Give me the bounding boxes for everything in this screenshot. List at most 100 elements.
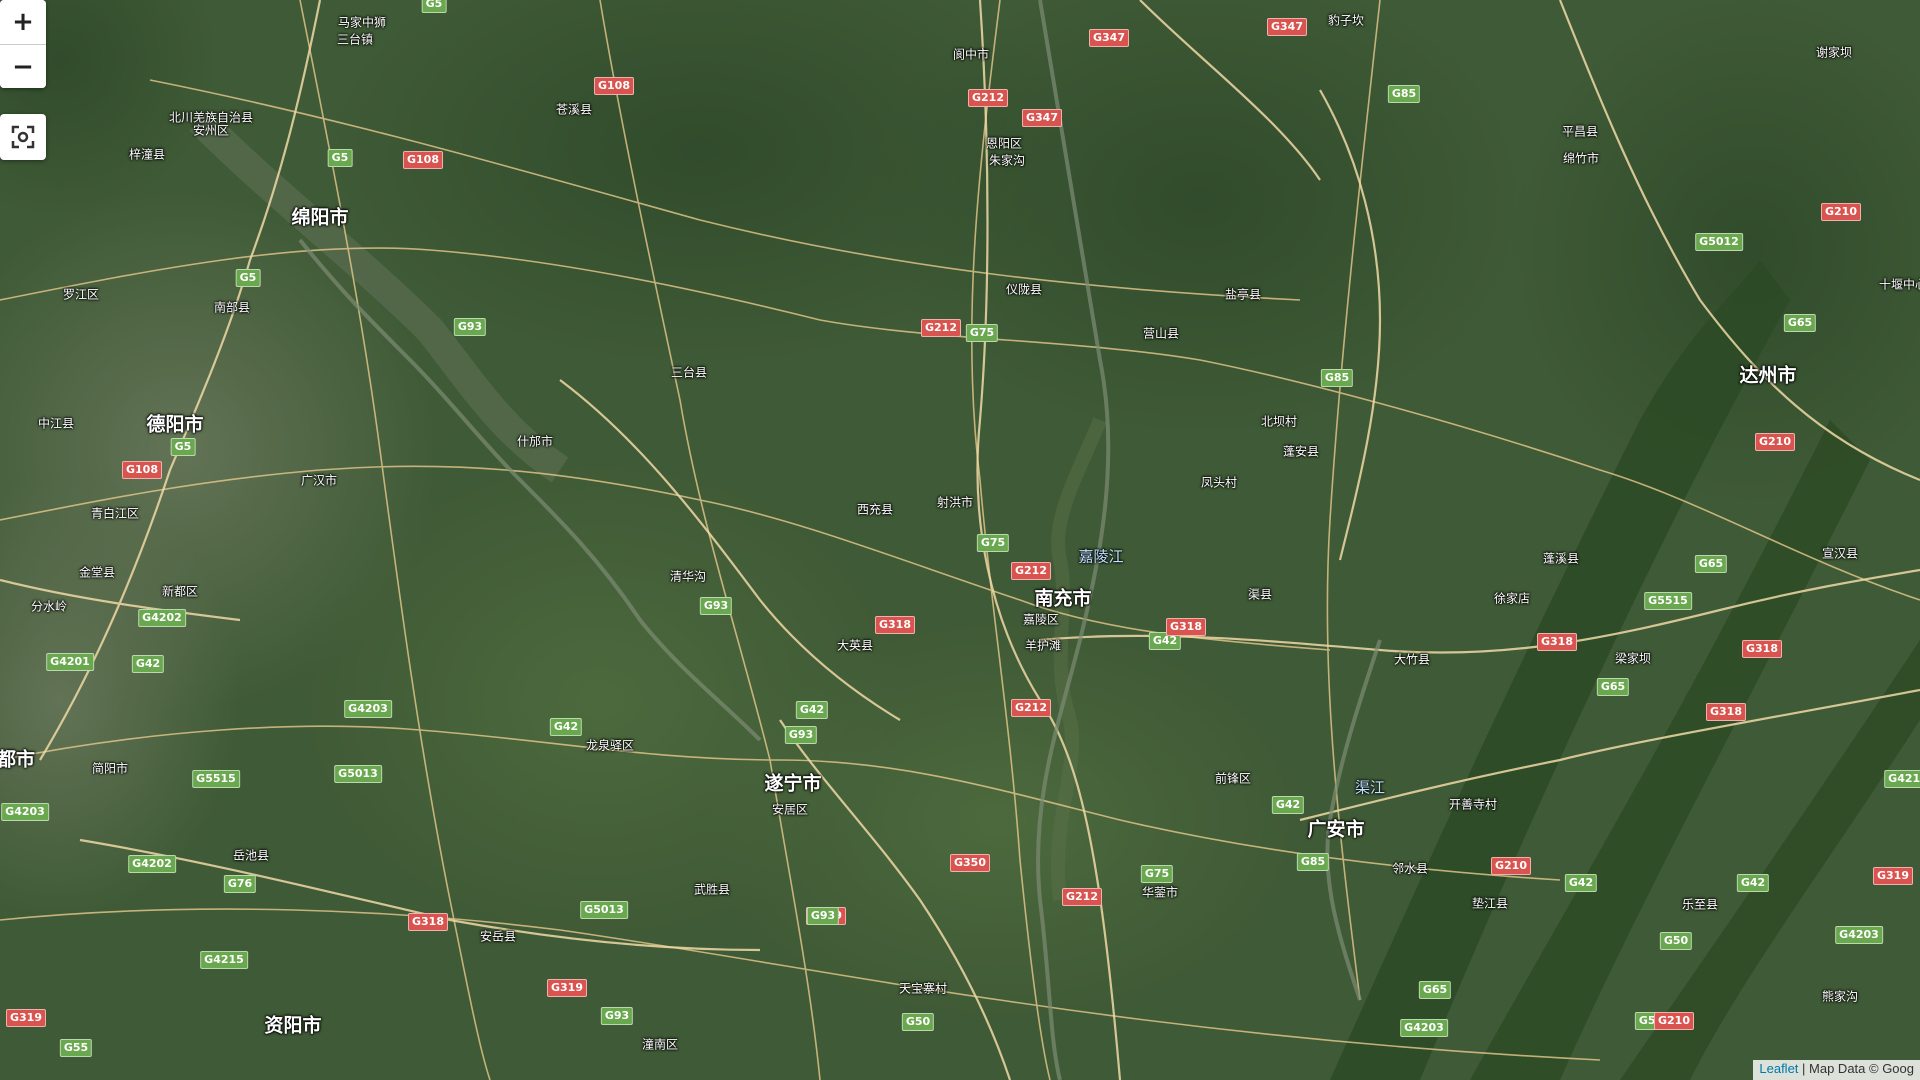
highway-shield: G210 (1755, 433, 1795, 451)
highway-shield: G5 (235, 269, 261, 287)
town-label: 凤头村 (1200, 475, 1238, 490)
highway-shield: G347 (1089, 29, 1129, 47)
town-label: 南部县 (213, 300, 251, 315)
highway-shield: G85 (1387, 85, 1421, 103)
town-label: 熊家沟 (1821, 989, 1859, 1004)
town-label: 盐亭县 (1224, 287, 1262, 302)
fullscreen-focus-button[interactable] (0, 114, 46, 160)
highway-shield: G42 (131, 655, 165, 673)
town-label: 邻水县 (1391, 861, 1429, 876)
highway-shield: G42 (1271, 796, 1305, 814)
town-label: 徐家店 (1493, 591, 1531, 606)
city-label: 资阳市 (264, 1014, 322, 1037)
highway-shield: G42 (795, 701, 829, 719)
highway-shield: G76 (223, 875, 257, 893)
terrain-layer (0, 0, 1920, 1080)
highway-shield: G318 (1706, 703, 1746, 721)
highway-shield: G4215 (200, 951, 248, 969)
town-label: 马家中狮 (337, 15, 387, 30)
river-label: 嘉陵江 (1078, 547, 1124, 566)
highway-shield: G93 (806, 907, 840, 925)
highway-shield: G4203 (1, 803, 49, 821)
town-label: 什邡市 (516, 434, 554, 449)
town-label: 简阳市 (91, 761, 129, 776)
highway-shield: G4203 (1835, 926, 1883, 944)
city-label: 遂宁市 (764, 772, 822, 795)
town-label: 金堂县 (78, 565, 116, 580)
highway-shield: G212 (1011, 699, 1051, 717)
highway-shield: G75 (965, 324, 999, 342)
town-label: 西充县 (856, 502, 894, 517)
highway-shield: G65 (1418, 981, 1452, 999)
town-label: 北坝村 (1260, 414, 1298, 429)
town-label: 三台镇 (336, 32, 374, 47)
town-label: 青白江区 (90, 506, 140, 521)
town-label: 武胜县 (693, 882, 731, 897)
highway-shield: G319 (1873, 867, 1913, 885)
highway-shield: G5 (170, 438, 196, 456)
town-label: 射洪市 (936, 495, 974, 510)
town-label: 绵竹市 (1562, 151, 1600, 166)
town-label: 梓潼县 (128, 147, 166, 162)
city-label: 达州市 (1739, 364, 1797, 387)
highway-shield: G4202 (138, 609, 186, 627)
highway-shield: G5013 (334, 765, 382, 783)
highway-shield: G347 (1022, 109, 1062, 127)
highway-shield: G93 (600, 1007, 634, 1025)
highway-shield: G85 (1296, 853, 1330, 871)
highway-shield: G85 (1320, 369, 1354, 387)
town-label: 安岳县 (479, 929, 517, 944)
town-label: 岳池县 (232, 848, 270, 863)
town-label: 十堰中心 (1878, 277, 1920, 292)
highway-shield: G55 (59, 1039, 93, 1057)
highway-shield: G50 (1659, 932, 1693, 950)
city-label: 南充市 (1034, 587, 1092, 610)
town-label: 新都区 (161, 584, 199, 599)
highway-shield: G347 (1267, 18, 1307, 36)
highway-shield: G42 (549, 718, 583, 736)
highway-shield: G318 (1742, 640, 1782, 658)
town-label: 渠县 (1247, 587, 1273, 602)
city-label: 德阳市 (146, 413, 204, 436)
zoom-in-button[interactable]: + (0, 0, 46, 44)
map-attribution: Leaflet | Map Data © Goog (1753, 1060, 1920, 1080)
town-label: 嘉陵区 (1022, 612, 1060, 627)
highway-shield: G5012 (1695, 233, 1743, 251)
highway-shield: G210 (1821, 203, 1861, 221)
highway-shield: G212 (1062, 888, 1102, 906)
attribution-separator: | (1798, 1061, 1810, 1076)
highway-shield: G42 (1736, 874, 1770, 892)
town-label: 梁家坝 (1614, 651, 1652, 666)
river-label: 渠江 (1354, 778, 1386, 797)
town-label: 大英县 (836, 638, 874, 653)
town-label: 蓬安县 (1282, 444, 1320, 459)
highway-shield: G319 (547, 979, 587, 997)
town-label: 三台县 (670, 365, 708, 380)
leaflet-link[interactable]: Leaflet (1759, 1061, 1798, 1076)
highway-shield: G4202 (128, 855, 176, 873)
highway-shield: G5 (327, 149, 353, 167)
highway-shield: G210 (1654, 1012, 1694, 1030)
town-label: 朱家沟 (988, 153, 1026, 168)
city-label: 广安市 (1307, 818, 1365, 841)
highway-shield: G4201 (46, 653, 94, 671)
highway-shield: G93 (453, 318, 487, 336)
zoom-out-button[interactable]: − (0, 44, 46, 88)
highway-shield: G75 (1140, 865, 1174, 883)
town-label: 乐至县 (1681, 897, 1719, 912)
town-label: 前锋区 (1214, 771, 1252, 786)
town-label: 大竹县 (1393, 652, 1431, 667)
highway-shield: G108 (122, 461, 162, 479)
highway-shield: G93 (784, 726, 818, 744)
satellite-map[interactable]: 绵阳市 德阳市 南充市 遂宁市 广安市 达州市 资阳市 都市 马家中狮 三台镇 北川羌族自治县 安州区… (0, 0, 1920, 1080)
city-label: 绵阳市 (291, 206, 349, 229)
zoom-control: + − (0, 0, 46, 88)
highway-shield: G5013 (580, 901, 628, 919)
town-label: 蓬溪县 (1542, 551, 1580, 566)
town-label: 苍溪县 (555, 102, 593, 117)
highway-shield: G65 (1596, 678, 1630, 696)
highway-shield: G212 (968, 89, 1008, 107)
town-label: 广汉市 (300, 473, 338, 488)
highway-shield: G75 (976, 534, 1010, 552)
highway-shield: G65 (1694, 555, 1728, 573)
